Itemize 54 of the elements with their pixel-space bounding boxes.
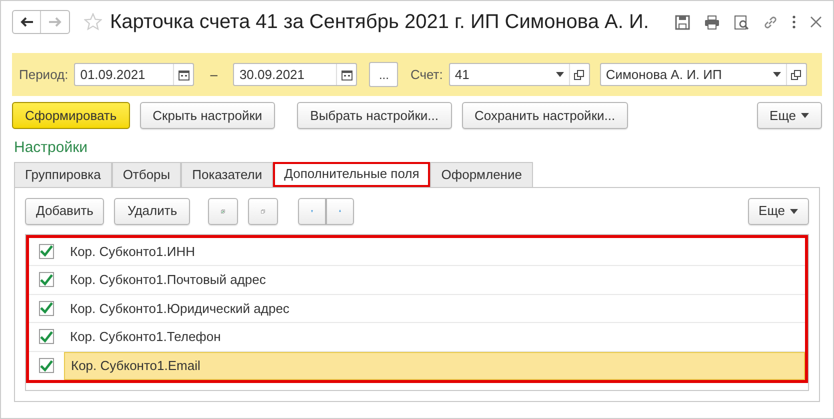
- tab[interactable]: Группировка: [14, 162, 112, 186]
- dropdown-caret-icon[interactable]: [772, 72, 781, 77]
- date-separator: –: [209, 66, 218, 84]
- dropdown-caret-icon[interactable]: [556, 72, 564, 77]
- date-to-field[interactable]: 30.09.2021: [233, 63, 358, 86]
- period-label: Период:: [19, 66, 68, 84]
- delete-button[interactable]: Удалить: [114, 198, 190, 224]
- open-icon[interactable]: [791, 70, 802, 80]
- field-name: Кор. Субконто1.Почтовый адрес: [69, 271, 267, 289]
- checkbox[interactable]: [39, 272, 54, 288]
- dropdown-caret-icon[interactable]: [801, 113, 809, 118]
- check-all-button[interactable]: [208, 198, 238, 224]
- window-title: Карточка счета 41 за Сентябрь 2021 г. ИП Симонова А. И.: [110, 10, 649, 35]
- more-menu-button[interactable]: Еще: [756, 102, 822, 129]
- checkbox[interactable]: [39, 300, 54, 316]
- more-icon[interactable]: [792, 15, 796, 29]
- close-icon[interactable]: [810, 16, 822, 28]
- add-button[interactable]: Добавить: [25, 198, 104, 224]
- print-icon[interactable]: [704, 14, 720, 30]
- save-icon[interactable]: [675, 14, 690, 30]
- field-row[interactable]: Кор. Субконто1.Почтовый адрес: [29, 266, 805, 294]
- field-name: Кор. Субконто1.Юридический адрес: [69, 300, 290, 318]
- settings-button[interactable]: Скрыть настройки: [140, 102, 276, 129]
- settings-title: Настройки: [14, 138, 89, 158]
- calendar-icon[interactable]: [340, 68, 353, 80]
- settings-button[interactable]: Сохранить настройки...: [462, 102, 628, 129]
- tab[interactable]: Дополнительные поля: [273, 162, 430, 186]
- dropdown-caret-icon[interactable]: [790, 208, 798, 214]
- open-icon[interactable]: [574, 70, 584, 80]
- calendar-icon[interactable]: [178, 68, 190, 80]
- preview-icon[interactable]: [734, 14, 749, 30]
- generate-button[interactable]: Сформировать: [12, 102, 130, 129]
- checkbox[interactable]: [39, 329, 54, 344]
- tab[interactable]: Оформление: [430, 162, 533, 186]
- link-icon[interactable]: [763, 14, 778, 30]
- settings-button[interactable]: Выбрать настройки...: [297, 102, 452, 129]
- account-label: Счет:: [410, 66, 443, 84]
- organization-field[interactable]: Симонова А. И. ИП: [600, 63, 807, 86]
- field-name: Кор. Субконто1.ИНН: [69, 242, 196, 261]
- field-row[interactable]: Кор. Субконто1.ИНН: [29, 238, 805, 266]
- tab[interactable]: Отборы: [112, 162, 182, 186]
- field-row[interactable]: Кор. Субконто1.Юридический адрес: [29, 294, 805, 323]
- checkbox[interactable]: [39, 358, 54, 374]
- uncheck-all-button[interactable]: [248, 198, 278, 224]
- tab[interactable]: Показатели: [181, 162, 274, 186]
- more-menu-button[interactable]: Еще: [748, 198, 809, 224]
- date-from-field[interactable]: 01.09.2021: [74, 63, 194, 86]
- star-icon[interactable]: [84, 13, 102, 31]
- forward-arrow-icon: [48, 17, 62, 27]
- back-arrow-icon: [20, 17, 33, 27]
- field-name: Кор. Субконто1.Телефон: [69, 328, 222, 346]
- period-select-button[interactable]: ...: [369, 62, 398, 87]
- checkbox[interactable]: [39, 244, 54, 259]
- account-field[interactable]: 41: [448, 63, 590, 86]
